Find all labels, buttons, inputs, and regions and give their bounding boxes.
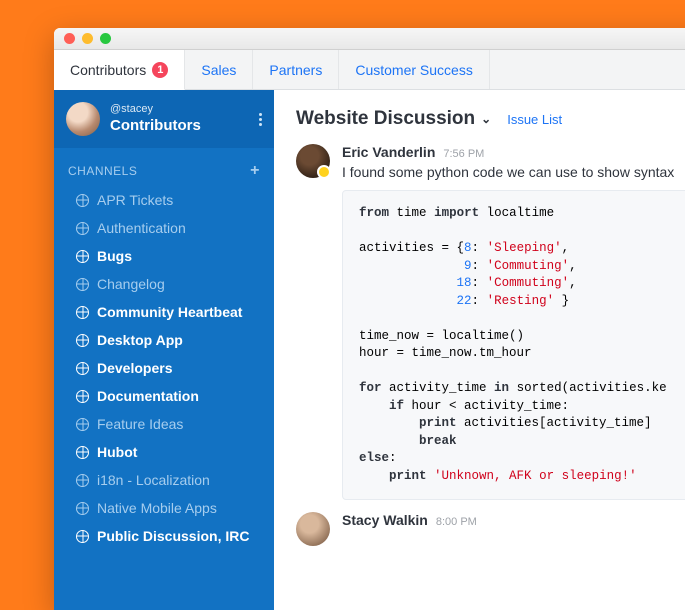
room-header: Website Discussion ⌄ Issue List (296, 108, 685, 130)
channel-list: APR Tickets Authentication Bugs Changelog Co… (54, 186, 274, 550)
app-body: @stacey Contributors CHANNELS + APR Tick… (54, 90, 685, 610)
message-header: Eric Vanderlin 7:56 PM (342, 144, 685, 160)
tab-label: Partners (269, 62, 322, 78)
channel-item[interactable]: Authentication (54, 214, 274, 242)
maximize-icon[interactable] (100, 33, 111, 44)
titlebar (54, 28, 685, 50)
channel-item[interactable]: Native Mobile Apps (54, 494, 274, 522)
channel-name: Hubot (97, 444, 137, 460)
code-block: from time import localtime activities = … (342, 190, 685, 500)
message-text: I found some python code we can use to s… (342, 164, 685, 180)
tab-sales[interactable]: Sales (185, 50, 253, 89)
user-meta: @stacey Contributors (110, 103, 249, 134)
room-title-text: Website Discussion (296, 108, 475, 130)
message-body: Stacy Walkin 8:00 PM (342, 512, 685, 546)
message: Eric Vanderlin 7:56 PM I found some pyth… (296, 144, 685, 500)
tab-partners[interactable]: Partners (253, 50, 339, 89)
channel-item[interactable]: Developers (54, 354, 274, 382)
sidebar: @stacey Contributors CHANNELS + APR Tick… (54, 90, 274, 610)
message-header: Stacy Walkin 8:00 PM (342, 512, 685, 528)
channel-item[interactable]: Documentation (54, 382, 274, 410)
message-author: Eric Vanderlin (342, 144, 435, 160)
tab-label: Sales (201, 62, 236, 78)
close-icon[interactable] (64, 33, 75, 44)
message-time: 8:00 PM (436, 516, 477, 528)
globe-icon (76, 194, 89, 207)
notification-badge: 1 (152, 62, 168, 78)
channel-name: i18n - Localization (97, 472, 210, 488)
tab-label: Contributors (70, 62, 146, 78)
avatar[interactable] (296, 512, 330, 546)
channel-item[interactable]: Changelog (54, 270, 274, 298)
channel-item[interactable]: Desktop App (54, 326, 274, 354)
channel-name: Documentation (97, 388, 199, 404)
channel-item[interactable]: Bugs (54, 242, 274, 270)
channel-name: APR Tickets (97, 192, 173, 208)
sidebar-header: @stacey Contributors (54, 90, 274, 148)
minimize-icon[interactable] (82, 33, 93, 44)
channel-name: Community Heartbeat (97, 304, 242, 320)
globe-icon (76, 334, 89, 347)
globe-icon (76, 362, 89, 375)
channel-item[interactable]: APR Tickets (54, 186, 274, 214)
channel-item[interactable]: Feature Ideas (54, 410, 274, 438)
channel-name: Bugs (97, 248, 132, 264)
tab-label: Customer Success (355, 62, 472, 78)
tab-contributors[interactable]: Contributors 1 (54, 50, 185, 90)
channels-label: CHANNELS (68, 164, 137, 178)
message-time: 7:56 PM (443, 148, 484, 160)
channel-name: Native Mobile Apps (97, 500, 217, 516)
chevron-down-icon: ⌄ (481, 112, 491, 126)
channel-item[interactable]: Public Discussion, IRC (54, 522, 274, 550)
message: Stacy Walkin 8:00 PM (296, 512, 685, 546)
channel-name: Public Discussion, IRC (97, 528, 249, 544)
globe-icon (76, 418, 89, 431)
globe-icon (76, 446, 89, 459)
channel-name: Desktop App (97, 332, 183, 348)
globe-icon (76, 306, 89, 319)
message-author: Stacy Walkin (342, 512, 428, 528)
add-channel-icon[interactable]: + (250, 162, 260, 180)
globe-icon (76, 390, 89, 403)
tabbar: Contributors 1 Sales Partners Customer S… (54, 50, 685, 90)
room-title[interactable]: Website Discussion ⌄ (296, 108, 491, 130)
tab-customer-success[interactable]: Customer Success (339, 50, 489, 89)
issue-list-link[interactable]: Issue List (507, 112, 562, 127)
app-window: Contributors 1 Sales Partners Customer S… (54, 28, 685, 610)
globe-icon (76, 222, 89, 235)
avatar[interactable] (296, 144, 330, 178)
globe-icon (76, 530, 89, 543)
channel-name: Feature Ideas (97, 416, 183, 432)
message-body: Eric Vanderlin 7:56 PM I found some pyth… (342, 144, 685, 500)
user-handle: @stacey (110, 103, 249, 116)
globe-icon (76, 278, 89, 291)
channel-name: Changelog (97, 276, 165, 292)
main-content: Website Discussion ⌄ Issue List Eric Van… (274, 90, 685, 610)
globe-icon (76, 502, 89, 515)
channel-name: Developers (97, 360, 172, 376)
channel-item[interactable]: Community Heartbeat (54, 298, 274, 326)
channel-item[interactable]: i18n - Localization (54, 466, 274, 494)
kebab-menu-icon[interactable] (259, 113, 262, 126)
avatar[interactable] (66, 102, 100, 136)
channels-section-header: CHANNELS + (54, 148, 274, 186)
user-team: Contributors (110, 117, 249, 135)
globe-icon (76, 474, 89, 487)
channel-item[interactable]: Hubot (54, 438, 274, 466)
channel-name: Authentication (97, 220, 186, 236)
globe-icon (76, 250, 89, 263)
